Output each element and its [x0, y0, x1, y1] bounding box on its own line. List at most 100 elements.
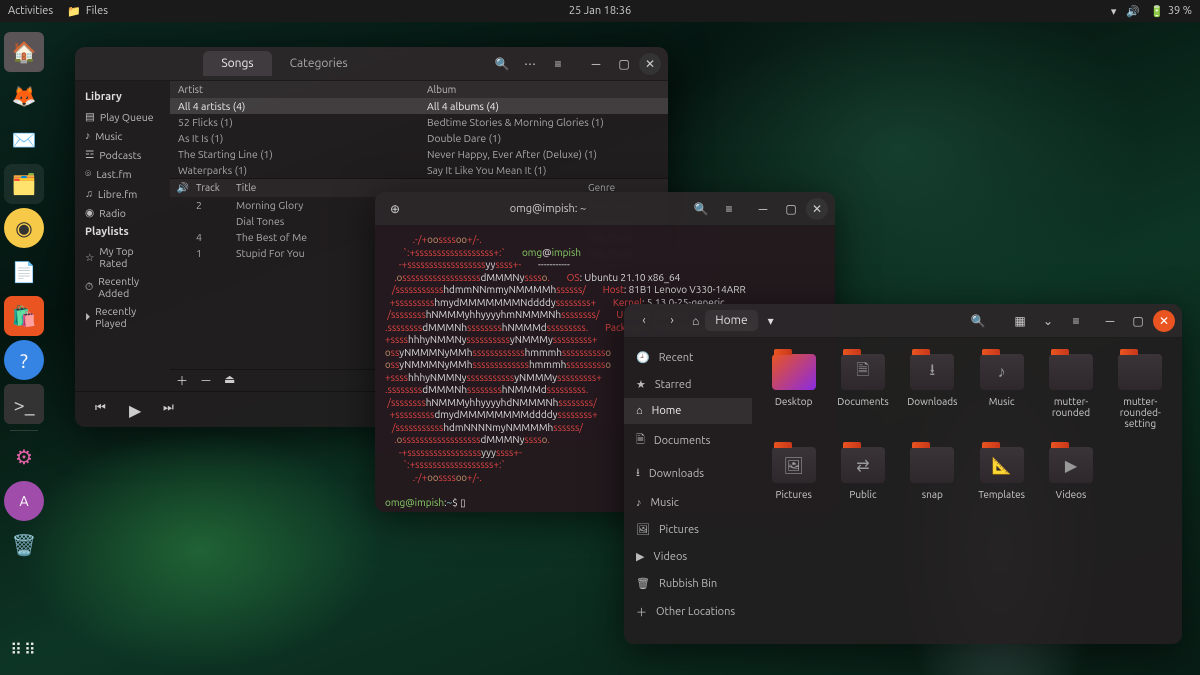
search-button[interactable]: 🔍 [489, 51, 515, 77]
folder-item[interactable]: 📐 Templates [970, 447, 1033, 500]
artist-row[interactable]: As It Is (1) [170, 130, 419, 146]
artist-row[interactable]: All 4 artists (4) [170, 98, 419, 114]
track-column-header[interactable]: Track [196, 182, 236, 194]
playlist-item[interactable]: ⏱Recently Added [79, 272, 166, 302]
folder-item[interactable]: mutter-rounded [1039, 354, 1102, 429]
playlist-item[interactable]: ☆My Top Rated [79, 242, 166, 272]
artist-column-header[interactable]: Artist [170, 81, 419, 98]
files-sidebar-item[interactable]: ▶ Videos [624, 543, 752, 570]
dock-thunderbird[interactable]: ✉️ [4, 120, 44, 160]
volume-icon[interactable]: 🔊 [1126, 5, 1140, 18]
add-playlist-button[interactable]: ＋ [176, 372, 194, 390]
dock-files[interactable]: 🗂️ [4, 164, 44, 204]
maximize-button[interactable]: ▢ [1125, 308, 1151, 334]
activities-button[interactable]: Activities [8, 5, 53, 17]
view-options-button[interactable]: ⌄ [1035, 308, 1061, 334]
files-window: ‹ › ⌂ Home ▾ 🔍 ▦ ⌄ ≡ ─ ▢ ✕ 🕘 Recent ★ St… [624, 304, 1182, 644]
dock-writer[interactable]: 📄 [4, 252, 44, 292]
remove-playlist-button[interactable]: － [200, 372, 218, 390]
pic-icon: 🖼 [636, 523, 650, 536]
files-sidebar-item[interactable]: 🕘 Recent [624, 344, 752, 371]
breadcrumb-home[interactable]: Home [705, 310, 757, 331]
dock-software[interactable]: 🛍️ [4, 296, 44, 336]
dock-terminal[interactable]: >_ [4, 384, 44, 424]
files-sidebar-item[interactable]: ＋ Other Locations [624, 597, 752, 627]
artist-row[interactable]: Waterparks (1) [170, 162, 419, 178]
album-row[interactable]: Never Happy, Ever After (Deluxe) (1) [419, 146, 668, 162]
artist-row[interactable]: The Starting Line (1) [170, 146, 419, 162]
files-sidebar-item[interactable]: ⭳ Downloads [624, 457, 752, 490]
library-item[interactable]: ♪Music [79, 126, 166, 145]
view-button[interactable]: ≡ [545, 51, 571, 77]
search-button[interactable]: 🔍 [688, 196, 714, 222]
files-sidebar-item[interactable]: ♪ Music [624, 490, 752, 516]
battery-indicator[interactable]: 🔋 39 % [1150, 5, 1192, 18]
eject-button[interactable]: ⏏ [224, 372, 242, 390]
folder-item[interactable]: ♪ Music [970, 354, 1033, 429]
library-item-label: Last.fm [96, 168, 131, 180]
minimize-button[interactable]: ─ [583, 51, 609, 77]
files-sidebar-label: Other Locations [656, 606, 735, 618]
view-grid-button[interactable]: ▦ [1007, 308, 1033, 334]
folder-item[interactable]: Desktop [762, 354, 825, 429]
chevron-down-icon[interactable]: ▾ [764, 314, 778, 328]
close-button[interactable]: ✕ [806, 198, 828, 220]
next-button[interactable]: ⏭ [163, 401, 181, 419]
maximize-button[interactable]: ▢ [611, 51, 637, 77]
dock-home-folder[interactable]: 🏠 [4, 32, 44, 72]
search-button[interactable]: 🔍 [965, 308, 991, 334]
folder-item[interactable]: mutter-rounded-setting [1109, 354, 1172, 429]
library-item[interactable]: ♫Libre.fm [79, 184, 166, 203]
prev-button[interactable]: ⏮ [95, 401, 113, 419]
dock-help[interactable]: ? [4, 340, 44, 380]
dock-show-apps[interactable]: ⠿⠿ [4, 629, 44, 669]
album-row[interactable]: All 4 albums (4) [419, 98, 668, 114]
album-row[interactable]: Bedtime Stories & Morning Glories (1) [419, 114, 668, 130]
maximize-button[interactable]: ▢ [778, 196, 804, 222]
library-item[interactable]: ⌾Last.fm [79, 164, 166, 184]
files-sidebar-item[interactable]: 🖼 Pictures [624, 516, 752, 543]
tab-categories[interactable]: Categories [272, 51, 366, 76]
clock[interactable]: 25 Jan 18:36 [569, 5, 631, 17]
close-button[interactable]: ✕ [1153, 310, 1175, 332]
dock-firefox[interactable]: 🦊 [4, 76, 44, 116]
menu-button[interactable]: ⋯ [517, 51, 543, 77]
dock-tweaks[interactable]: ⚙ [4, 437, 44, 477]
playlist-item[interactable]: ⏵Recently Played [79, 302, 166, 332]
folder-item[interactable]: 🖼 Pictures [762, 447, 825, 500]
dock-trash[interactable]: 🗑️ [4, 525, 44, 565]
network-icon[interactable]: ▾ [1111, 5, 1117, 18]
tab-songs[interactable]: Songs [203, 51, 271, 76]
folder-item[interactable]: 🗎 Documents [831, 354, 894, 429]
library-item-icon: ☲ [85, 148, 94, 161]
album-row[interactable]: Say It Like You Mean It (1) [419, 162, 668, 178]
album-row[interactable]: Double Dare (1) [419, 130, 668, 146]
library-item[interactable]: ▤Play Queue [79, 107, 166, 126]
play-button[interactable]: ▶ [129, 401, 147, 419]
folder-item[interactable]: ⇄ Public [831, 447, 894, 500]
minimize-button[interactable]: ─ [1097, 308, 1123, 334]
files-sidebar-item[interactable]: 🗎 Documents [624, 424, 752, 457]
forward-button[interactable]: › [659, 308, 685, 334]
folder-item[interactable]: snap [901, 447, 964, 500]
app-menu[interactable]: 📁 Files [67, 5, 108, 18]
playing-column-header[interactable]: 🔊 [170, 182, 196, 194]
library-item[interactable]: ◉Radio [79, 203, 166, 222]
files-sidebar-item[interactable]: ★ Starred [624, 371, 752, 398]
album-column-header[interactable]: Album [419, 81, 668, 98]
folder-item[interactable]: ▶ Videos [1039, 447, 1102, 500]
back-button[interactable]: ‹ [631, 308, 657, 334]
menu-button[interactable]: ≡ [716, 196, 742, 222]
files-sidebar-item[interactable]: 🗑 Rubbish Bin [624, 570, 752, 597]
dock-rhythmbox[interactable]: ◉ [4, 208, 44, 248]
close-button[interactable]: ✕ [639, 53, 661, 75]
menu-button[interactable]: ≡ [1063, 308, 1089, 334]
new-tab-button[interactable]: ⊕ [382, 196, 408, 222]
files-sidebar-item[interactable]: ⌂ Home [624, 398, 752, 424]
folder-item[interactable]: ⭳ Downloads [901, 354, 964, 429]
library-item[interactable]: ☲Podcasts [79, 145, 166, 164]
minimize-button[interactable]: ─ [750, 196, 776, 222]
dock-updater[interactable]: A [4, 481, 44, 521]
artist-row[interactable]: 52 Flicks (1) [170, 114, 419, 130]
plus-icon: ＋ [636, 604, 647, 620]
